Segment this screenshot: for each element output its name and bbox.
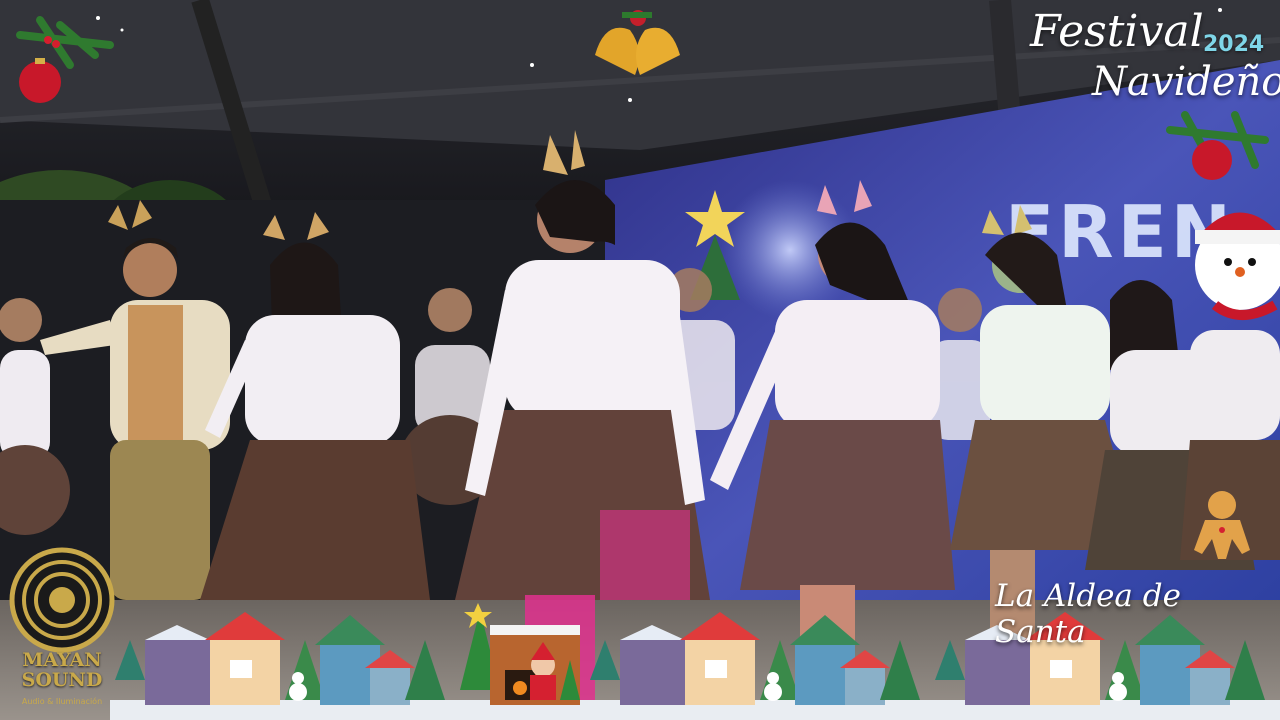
event-name: La Aldea de Santa (995, 578, 1181, 650)
festival-year: 2024 (1203, 32, 1265, 57)
logo-name-line1: MAYAN (22, 649, 102, 671)
logo-name-line2: SOUND (21, 669, 103, 691)
pine-branch-ornament-right-icon (1166, 111, 1269, 180)
video-frame: EREN Festival 2024 Navideño La Aldea de … (0, 0, 1280, 720)
santa-fireplace-icon (460, 603, 580, 705)
gingerbread-man-icon (1194, 491, 1250, 559)
festival-title: Festival (1030, 6, 1204, 57)
christmas-bells-icon (595, 10, 680, 75)
logo-wordmark: MAYAN SOUND (14, 650, 110, 690)
festival-subtitle: Navideño (1092, 59, 1280, 105)
mayan-sound-logo-icon (9, 547, 115, 653)
logo-tagline: Audio & Iluminación (21, 697, 103, 706)
snowman-icon (1195, 212, 1280, 320)
pine-branch-ornament-icon (16, 16, 114, 103)
